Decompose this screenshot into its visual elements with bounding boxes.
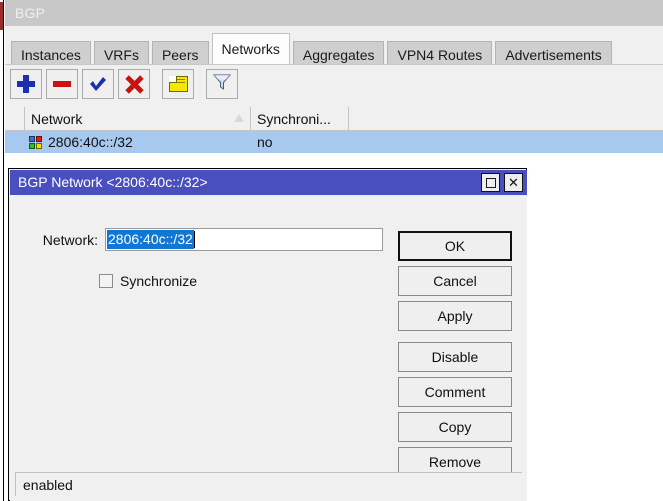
- tab-label: Instances: [21, 47, 81, 63]
- check-icon: [88, 75, 108, 93]
- row-select-cell[interactable]: [5, 131, 25, 153]
- plus-icon: [17, 75, 35, 93]
- quad-color-icon: [29, 135, 42, 149]
- network-field-label: Network:: [42, 231, 98, 248]
- table-header-filler: [349, 107, 663, 130]
- table-header-synchronize[interactable]: Synchroni...: [251, 107, 349, 130]
- ok-button[interactable]: OK: [398, 231, 512, 261]
- minus-icon: [53, 81, 71, 87]
- bgp-window: BGP Instances VRFs Peers Networks Aggreg…: [0, 0, 663, 501]
- row-network-cell[interactable]: 2806:40c::/32: [25, 131, 251, 153]
- synchronize-label: Synchronize: [120, 273, 198, 289]
- synchronize-checkbox[interactable]: [99, 274, 113, 288]
- tab-list: Instances VRFs Peers Networks Aggregates…: [11, 33, 612, 68]
- disable-button[interactable]: Disable: [398, 342, 512, 372]
- synchronize-checkbox-row[interactable]: Synchronize: [99, 273, 197, 289]
- disable-button-label: Disable: [431, 349, 479, 365]
- tab-label: Peers: [161, 47, 199, 63]
- window-titlebar[interactable]: BGP: [5, 0, 663, 26]
- x-icon: [125, 75, 143, 93]
- copy-button-label: Copy: [438, 419, 472, 435]
- toolbar-buttons: [10, 69, 238, 99]
- network-input[interactable]: 2806:40c::/32: [105, 228, 383, 251]
- window-accent-mark: [0, 2, 3, 30]
- row-synchronize-value: no: [257, 134, 273, 150]
- tab-label: VPN4 Routes: [397, 47, 483, 63]
- network-field-row: Network: 2806:40c::/32: [24, 228, 383, 251]
- dialog-titlebar[interactable]: BGP Network <2806:40c::/32> ✕: [10, 170, 527, 195]
- dialog-status-bar: enabled: [15, 472, 522, 496]
- table-header-row: Network Synchroni...: [5, 107, 663, 131]
- enable-button[interactable]: [82, 69, 114, 99]
- sort-ascending-icon: [234, 114, 244, 122]
- apply-button[interactable]: Apply: [398, 301, 512, 331]
- table-header-network[interactable]: Network: [25, 107, 251, 130]
- tab-label: Networks: [221, 41, 280, 57]
- cancel-button[interactable]: Cancel: [398, 266, 512, 296]
- close-button[interactable]: ✕: [504, 173, 523, 192]
- row-network-value: 2806:40c::/32: [48, 134, 133, 150]
- dialog-status-text: enabled: [23, 476, 73, 493]
- dialog-button-column: OK Cancel Apply Disable Comment Copy Rem…: [398, 231, 512, 482]
- comment-button[interactable]: [162, 69, 194, 99]
- comment-button[interactable]: Comment: [398, 377, 512, 407]
- tab-networks[interactable]: Networks: [211, 33, 290, 64]
- dialog-title: BGP Network <2806:40c::/32>: [18, 174, 208, 190]
- note-icon: [168, 76, 188, 92]
- maximize-button[interactable]: [481, 173, 500, 192]
- bgp-network-dialog: BGP Network <2806:40c::/32> ✕ Network: 2…: [8, 168, 527, 501]
- apply-button-label: Apply: [437, 308, 473, 324]
- filter-button[interactable]: [206, 69, 238, 99]
- window-left-edge: [0, 0, 4, 501]
- toolbar: [5, 64, 663, 107]
- row-synchronize-cell[interactable]: no: [251, 131, 349, 153]
- table-header-select: [5, 107, 25, 130]
- window-title: BGP: [15, 5, 46, 21]
- comment-button-label: Comment: [424, 384, 486, 400]
- table-header-synchronize-label: Synchroni...: [257, 110, 331, 127]
- cancel-button-label: Cancel: [433, 273, 477, 289]
- row-filler-cell: [349, 131, 663, 153]
- add-button[interactable]: [10, 69, 42, 99]
- tab-label: Aggregates: [302, 47, 375, 63]
- maximize-icon: [485, 177, 496, 188]
- disable-button[interactable]: [118, 69, 150, 99]
- copy-button[interactable]: Copy: [398, 412, 512, 442]
- ok-button-label: OK: [444, 238, 466, 254]
- tab-label: VRFs: [103, 47, 139, 63]
- text-caret: [193, 231, 195, 248]
- dialog-body: Network: 2806:40c::/32 Synchronize OK Ca…: [10, 195, 527, 501]
- remove-button-label: Remove: [428, 454, 482, 470]
- filter-icon: [212, 73, 232, 96]
- tab-label: Advertisements: [505, 47, 602, 63]
- close-icon: ✕: [508, 175, 519, 190]
- remove-button[interactable]: [46, 69, 78, 99]
- tabstrip: Instances VRFs Peers Networks Aggregates…: [5, 26, 663, 68]
- network-input-value: 2806:40c::/32: [107, 230, 194, 249]
- table-header-network-label: Network: [31, 110, 83, 127]
- table-row[interactable]: 2806:40c::/32 no: [5, 131, 663, 153]
